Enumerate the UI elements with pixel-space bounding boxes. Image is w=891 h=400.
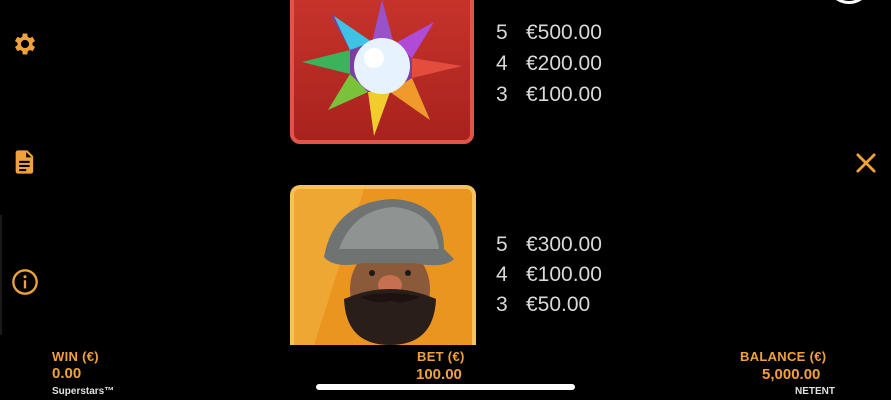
- payout-row: 4 €200.00: [496, 51, 602, 77]
- bet-label: BET (€): [417, 349, 465, 364]
- payout-amount: €300.00: [526, 233, 602, 256]
- payout-row: 5 €300.00: [496, 232, 602, 258]
- info-icon[interactable]: [11, 268, 39, 296]
- payout-amount: €100.00: [526, 263, 602, 286]
- payout-row: 4 €100.00: [496, 262, 602, 288]
- win-value: 0.00: [52, 365, 82, 382]
- payout-count: 4: [496, 52, 508, 75]
- settings-icon[interactable]: [11, 30, 39, 58]
- close-icon[interactable]: [852, 149, 880, 177]
- game-name: Superstars™: [52, 386, 115, 397]
- menu-circle-button[interactable]: [826, 0, 872, 4]
- payout-count: 3: [496, 293, 508, 316]
- payout-count: 5: [496, 21, 508, 44]
- bet-value[interactable]: 100.00: [416, 366, 462, 383]
- payout-row: 3 €100.00: [496, 82, 602, 108]
- payout-amount: €50.00: [526, 293, 591, 316]
- paytable-icon[interactable]: [11, 148, 39, 176]
- balance-label: BALANCE (€): [740, 349, 827, 364]
- conquistador-symbol: [290, 185, 476, 345]
- payout-count: 4: [496, 263, 508, 286]
- win-label: WIN (€): [52, 349, 99, 364]
- payout-count: 5: [496, 233, 508, 256]
- payout-row: 3 €50.00: [496, 292, 590, 318]
- payout-amount: €500.00: [526, 21, 602, 44]
- payout-amount: €100.00: [526, 83, 602, 106]
- payout-count: 3: [496, 83, 508, 106]
- brand-logo: NETENT: [795, 386, 835, 397]
- home-indicator[interactable]: [316, 384, 575, 390]
- star-gems-symbol: [290, 0, 474, 144]
- sidebar-divider: [0, 215, 2, 335]
- payout-amount: €200.00: [526, 52, 602, 75]
- payout-row: 5 €500.00: [496, 20, 602, 46]
- balance-value: 5,000.00: [762, 366, 821, 383]
